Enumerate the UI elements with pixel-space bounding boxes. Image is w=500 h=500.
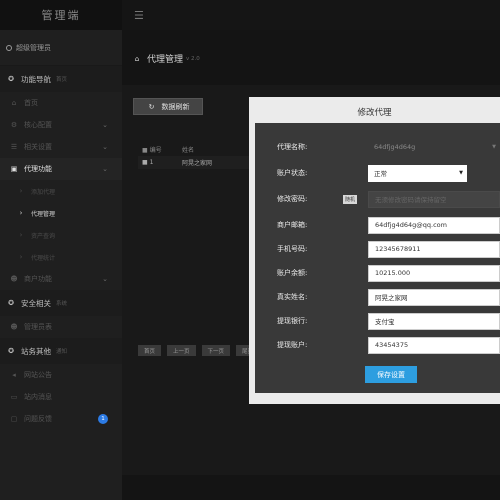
chat-icon: ▭	[10, 393, 18, 401]
sidebar: 管理端 超级管理员 ✪ 功能导航 首页 ⌂ 首页 ⚙ 核心配置 ⌄ ☰ 相关设置…	[0, 0, 122, 500]
logo: 管理端	[0, 0, 122, 30]
agent-name-row: 代理名称: 64dfjg4d64g ▼	[255, 137, 500, 157]
phone-row: 手机号码: 12345678911	[255, 239, 500, 259]
user-icon: ☻	[10, 323, 18, 331]
chevron-right-icon: ›	[19, 209, 23, 217]
email-row: 商户邮箱: 64dfjg4d64g@qq.com	[255, 215, 500, 235]
sidebar-section-nav: ✪ 功能导航 首页	[0, 66, 122, 92]
email-field[interactable]: 64dfjg4d64g@qq.com	[368, 216, 500, 234]
sidebar-item-announcement[interactable]: ◂ 网站公告	[0, 364, 122, 386]
sidebar-subitem-agent-stats[interactable]: › 代理统计	[0, 246, 122, 268]
prev-page-button[interactable]: 上一页	[167, 345, 196, 356]
realname-row: 真实姓名: 阿晃之家网	[255, 287, 500, 307]
balance-row: 账户余额: 10215.000	[255, 263, 500, 283]
admin-user[interactable]: 超级管理员	[0, 30, 122, 66]
question-icon: ▢	[10, 415, 18, 423]
first-page-button[interactable]: 首页	[138, 345, 162, 356]
password-input[interactable]: 无须修改密码请保持留空	[368, 190, 500, 208]
phone-field[interactable]: 12345678911	[368, 240, 500, 258]
chevron-down-icon: ⌄	[102, 143, 108, 151]
user-icon	[6, 44, 12, 51]
bank-row: 提现银行: 支付宝	[255, 311, 500, 331]
sidebar-item-messages[interactable]: ▭ 站内消息	[0, 386, 122, 408]
agent-table: ■ 编号 姓名 ■ 1 阿晃之家网	[138, 143, 253, 169]
random-password-button[interactable]: 随机	[343, 194, 358, 204]
edit-agent-modal: 修改代理 代理名称: 64dfjg4d64g ▼ 账户状态: 正常 ▼ 修改密码…	[249, 97, 500, 404]
sidebar-item-core-config[interactable]: ⚙ 核心配置 ⌄	[0, 114, 122, 136]
sidebar-subitem-add-agent[interactable]: › 添加代理	[0, 180, 122, 202]
gear-icon: ⚙	[10, 121, 18, 129]
bank-field[interactable]: 支付宝	[368, 312, 500, 330]
sidebar-item-feedback[interactable]: ▢ 问题反馈 1	[0, 408, 122, 430]
account-row: 提现账户: 43454375	[255, 335, 500, 355]
modal-form: 代理名称: 64dfjg4d64g ▼ 账户状态: 正常 ▼ 修改密码: 随机 …	[255, 123, 500, 393]
table-row[interactable]: ■ 1 阿晃之家网	[138, 156, 253, 169]
sidebar-subitem-agent-manage[interactable]: › 代理管理	[0, 202, 122, 224]
briefcase-icon: ▣	[10, 165, 18, 173]
user-icon: ☻	[10, 275, 18, 283]
home-icon: ⌂	[11, 99, 17, 107]
top-bar: ☰	[122, 0, 500, 30]
menu-toggle-icon[interactable]: ☰	[134, 9, 144, 22]
home-icon: ⌂	[134, 54, 140, 63]
volume-icon: ◂	[12, 371, 16, 379]
save-button[interactable]: 保存设置	[365, 366, 417, 383]
chevron-right-icon: ›	[19, 187, 23, 195]
sidebar-subitem-asset-query[interactable]: › 资产查询	[0, 224, 122, 246]
password-row: 修改密码: 随机 无须修改密码请保持留空	[255, 189, 500, 209]
chevron-down-icon: ⌄	[102, 275, 108, 283]
compass-icon: ✪	[8, 75, 14, 83]
account-field[interactable]: 43454375	[368, 336, 500, 354]
shield-icon: ✪	[8, 299, 14, 307]
sidebar-section-security: ✪ 安全相关 系统	[0, 290, 122, 316]
table-header: ■ 编号 姓名	[142, 147, 195, 154]
chevron-right-icon: ›	[19, 231, 23, 239]
sidebar-item-home[interactable]: ⌂ 首页	[0, 92, 122, 114]
sidebar-item-merchant[interactable]: ☻ 商户功能 ⌄	[0, 268, 122, 290]
balance-field[interactable]: 10215.000	[368, 264, 500, 282]
sidebar-item-settings[interactable]: ☰ 相关设置 ⌄	[0, 136, 122, 158]
sidebar-item-admin-table[interactable]: ☻ 管理员表	[0, 316, 122, 338]
admin-name: 超级管理员	[16, 43, 51, 52]
chevron-right-icon: ›	[19, 253, 23, 261]
chevron-down-icon: ⌄	[102, 165, 108, 173]
next-page-button[interactable]: 下一页	[201, 345, 231, 356]
notification-badge: 1	[98, 414, 108, 424]
sidebar-item-agent[interactable]: ▣ 代理功能 ⌄	[0, 158, 122, 180]
realname-field[interactable]: 阿晃之家网	[368, 288, 500, 306]
sliders-icon: ☰	[10, 143, 18, 151]
sidebar-nav: ✪ 功能导航 首页 ⌂ 首页 ⚙ 核心配置 ⌄ ☰ 相关设置 ⌄ ▣ 代理功能 …	[0, 66, 122, 430]
caret-down-icon: ▼	[459, 170, 463, 176]
compass-icon: ✪	[8, 347, 14, 355]
row-checkbox[interactable]: ■	[142, 159, 150, 166]
agent-name-field[interactable]: 64dfjg4d64g ▼	[368, 139, 500, 156]
caret-down-icon: ▼	[492, 144, 496, 150]
chevron-down-icon: ⌄	[102, 121, 108, 129]
refresh-icon: ↻	[148, 102, 155, 111]
status-select[interactable]: 正常 ▼	[368, 164, 467, 182]
status-row: 账户状态: 正常 ▼	[255, 163, 500, 183]
page-title: ⌂ 代理管理 v 2.0	[132, 52, 200, 66]
refresh-button[interactable]: ↻ 数据刷新	[133, 98, 203, 115]
select-all-checkbox[interactable]: ■	[142, 147, 150, 154]
sidebar-section-misc: ✪ 站务其他 通知	[0, 338, 122, 364]
pagination: 首页 上一页 下一页 尾页	[138, 345, 260, 356]
